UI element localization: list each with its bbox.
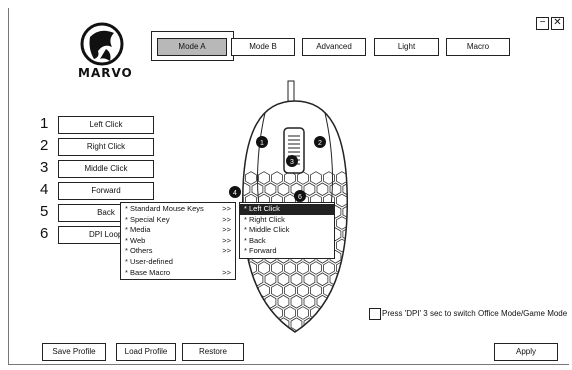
submenu-item-right-click[interactable]: * Right Click (240, 215, 334, 226)
submenu-item-left-click[interactable]: * Left Click (240, 204, 334, 215)
tab-mode-a[interactable]: Mode A (157, 38, 227, 56)
minimize-button[interactable]: − (536, 17, 549, 30)
key-4-button[interactable]: Forward (58, 182, 154, 200)
submenu-item-middle-click[interactable]: * Middle Click (240, 225, 334, 236)
function-menu: * Standard Mouse Keys >> * Special Key >> … (120, 202, 236, 281)
svg-text:6: 6 (298, 194, 302, 201)
menu-item-user-defined[interactable]: * User-defined (121, 257, 235, 268)
key-number-3: 3 (40, 159, 49, 176)
menu-item-others[interactable]: * Others >> (121, 246, 235, 257)
office-mode-checkbox[interactable] (369, 308, 381, 320)
tab-mode-b[interactable]: Mode B (231, 38, 295, 56)
svg-text:2: 2 (318, 140, 322, 147)
tab-light[interactable]: Light (374, 38, 439, 56)
svg-text:3: 3 (290, 159, 294, 166)
tab-macro[interactable]: Macro (446, 38, 510, 56)
save-profile-button[interactable]: Save Profile (42, 343, 106, 361)
menu-item-standard-mouse-keys[interactable]: * Standard Mouse Keys >> (121, 204, 235, 215)
brand-name: MARVO (78, 66, 133, 80)
tab-advanced[interactable]: Advanced (302, 38, 366, 56)
restore-button[interactable]: Restore (182, 343, 244, 361)
key-number-1: 1 (40, 115, 49, 132)
submenu-item-back[interactable]: * Back (240, 236, 334, 247)
key-2-button[interactable]: Right Click (58, 138, 154, 156)
submenu-standard-mouse-keys: * Left Click * Right Click * Middle Clic… (239, 202, 335, 259)
apply-button[interactable]: Apply (494, 343, 558, 361)
menu-item-special-key[interactable]: * Special Key >> (121, 215, 235, 226)
close-button[interactable]: ✕ (551, 17, 564, 30)
menu-item-media[interactable]: * Media >> (121, 225, 235, 236)
key-number-6: 6 (40, 225, 49, 242)
office-mode-label: Press 'DPI' 3 sec to switch Office Mode/… (382, 309, 568, 318)
menu-item-base-macro[interactable]: * Base Macro >> (121, 268, 235, 279)
submenu-item-forward[interactable]: * Forward (240, 246, 334, 257)
menu-item-web[interactable]: * Web >> (121, 236, 235, 247)
key-number-2: 2 (40, 137, 49, 154)
svg-text:4: 4 (233, 190, 237, 197)
key-number-5: 5 (40, 203, 49, 220)
load-profile-button[interactable]: Load Profile (116, 343, 176, 361)
svg-text:1: 1 (260, 140, 264, 147)
key-1-button[interactable]: Left Click (58, 116, 154, 134)
key-number-4: 4 (40, 181, 49, 198)
key-3-button[interactable]: Middle Click (58, 160, 154, 178)
